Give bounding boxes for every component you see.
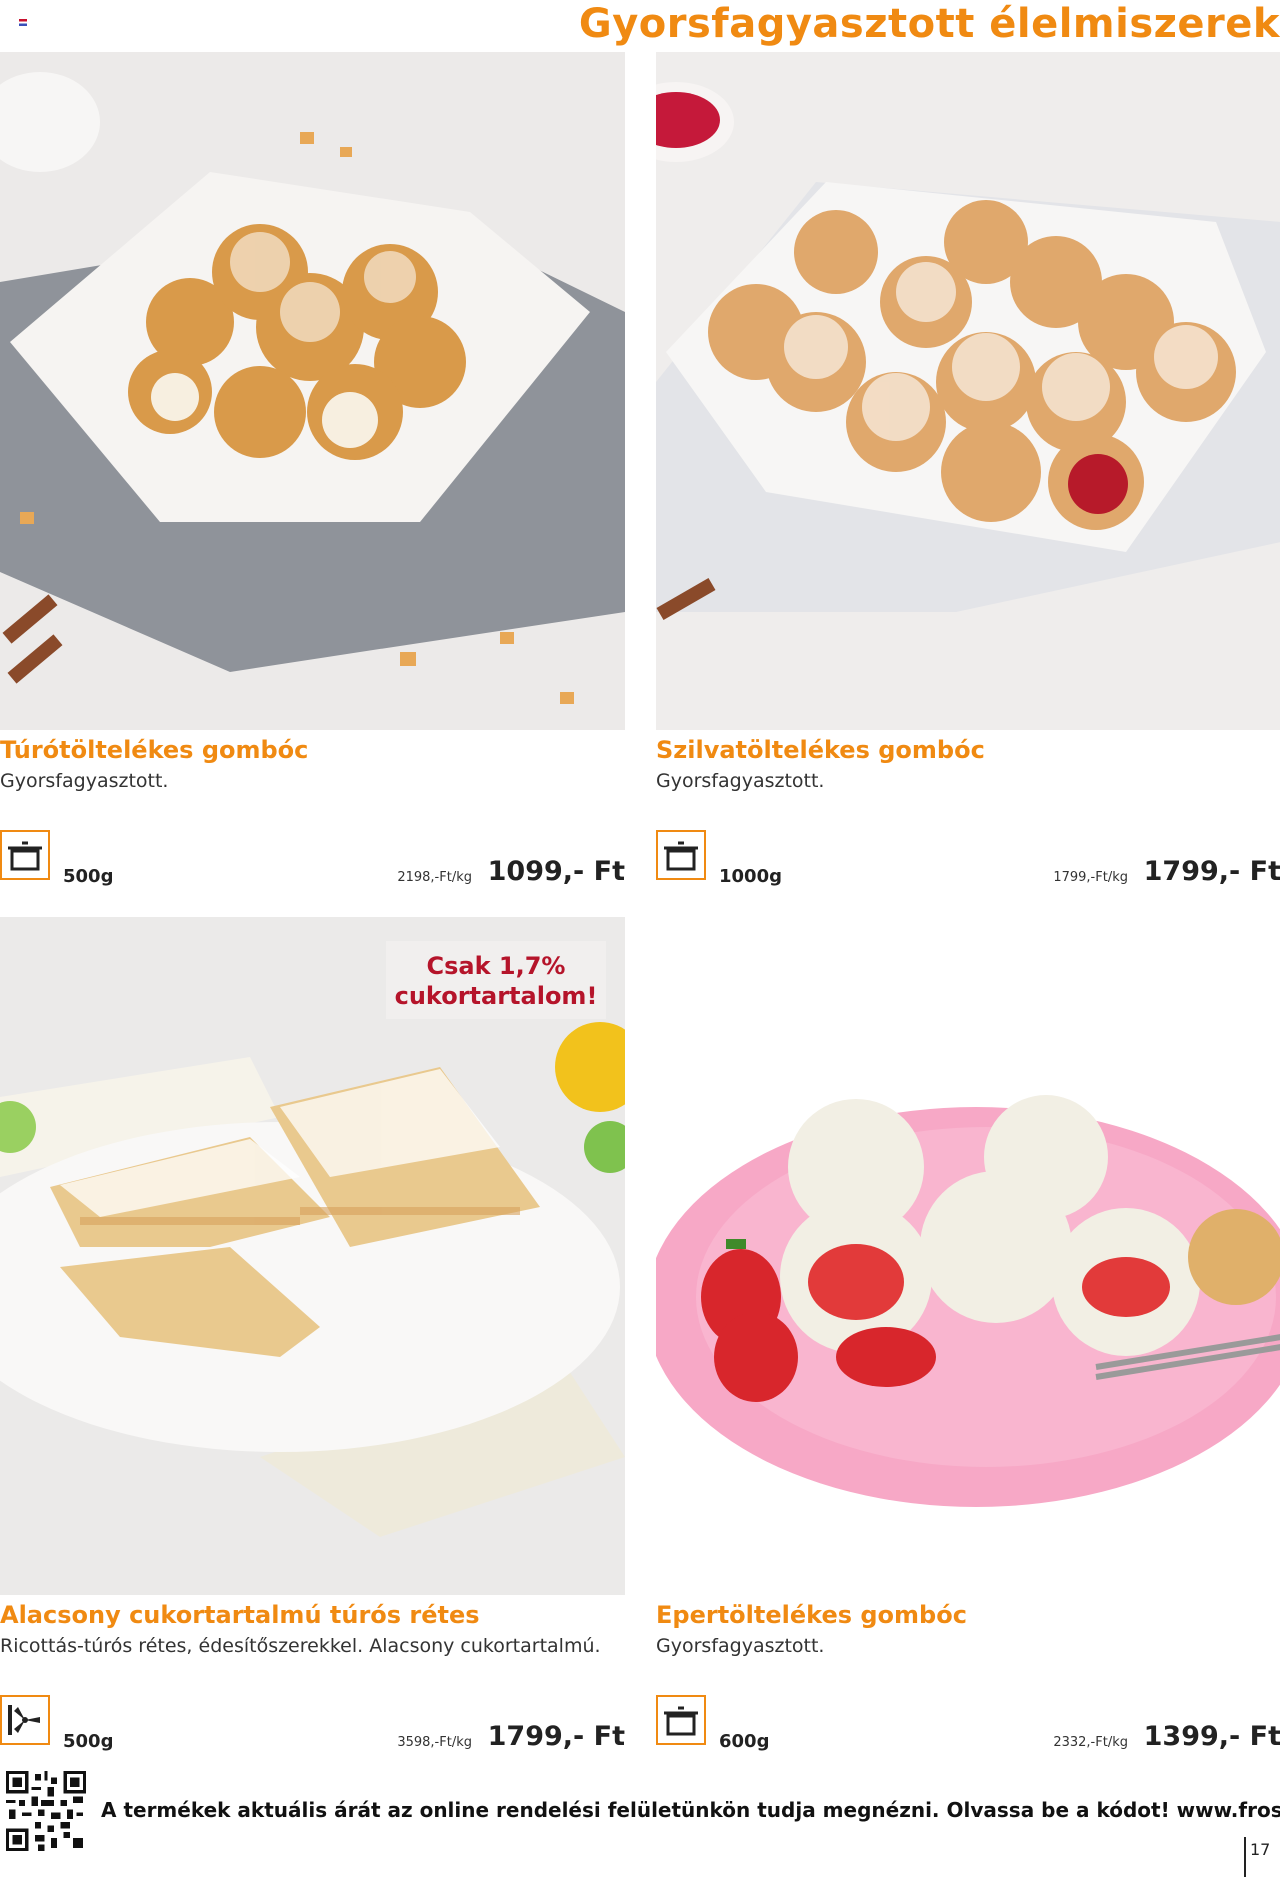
product-name: Alacsony cukortartalmú túrós rétes [0,1601,480,1629]
product-weight: 500g [63,1731,114,1752]
product-photo [0,52,625,730]
pot-icon [0,830,50,880]
unit-price: 3598,-Ft/kg [397,1735,472,1750]
badge-line-2: cukortartalom! [394,982,598,1010]
footer-note: A termékek aktuális árát az online rende… [101,1798,1280,1822]
product-description: Gyorsfagyasztott. [656,1635,825,1657]
product-weight: 1000g [719,866,782,887]
product-name: Epertöltelékes gombóc [656,1601,967,1629]
product-price: 1399,- Ft [1143,1721,1280,1752]
badge-line-1: Csak 1,7% [426,952,566,980]
product-photo: Csak 1,7% cukortartalom! [0,917,625,1595]
product-name: Túrótöltelékes gombóc [0,736,309,764]
product-description: Gyorsfagyasztott. [656,770,825,792]
page-title: Gyorsfagyasztott élelmiszerek [578,1,1280,47]
fan-oven-icon [0,1695,50,1745]
sugar-content-badge: Csak 1,7% cukortartalom! [386,941,606,1019]
product-photo [656,52,1280,730]
product-description: Ricottás-túrós rétes, édesítőszerekkel. … [0,1635,601,1657]
product-price: 1099,- Ft [487,856,625,887]
unit-price: 2332,-Ft/kg [1053,1735,1128,1750]
product-name: Szilvatöltelékes gombóc [656,736,985,764]
product-price: 1799,- Ft [487,1721,625,1752]
product-photo [656,917,1280,1595]
unit-price: 1799,-Ft/kg [1053,870,1128,885]
pot-icon [656,830,706,880]
product-price: 1799,- Ft [1143,856,1280,887]
product-weight: 500g [63,866,114,887]
qr-code-icon[interactable] [6,1771,86,1851]
pot-icon [656,1695,706,1745]
unit-price: 2198,-Ft/kg [397,870,472,885]
product-weight: 600g [719,1731,770,1752]
page-number: 17 [1244,1837,1280,1877]
hungarian-flag-icon [19,19,27,26]
product-description: Gyorsfagyasztott. [0,770,169,792]
